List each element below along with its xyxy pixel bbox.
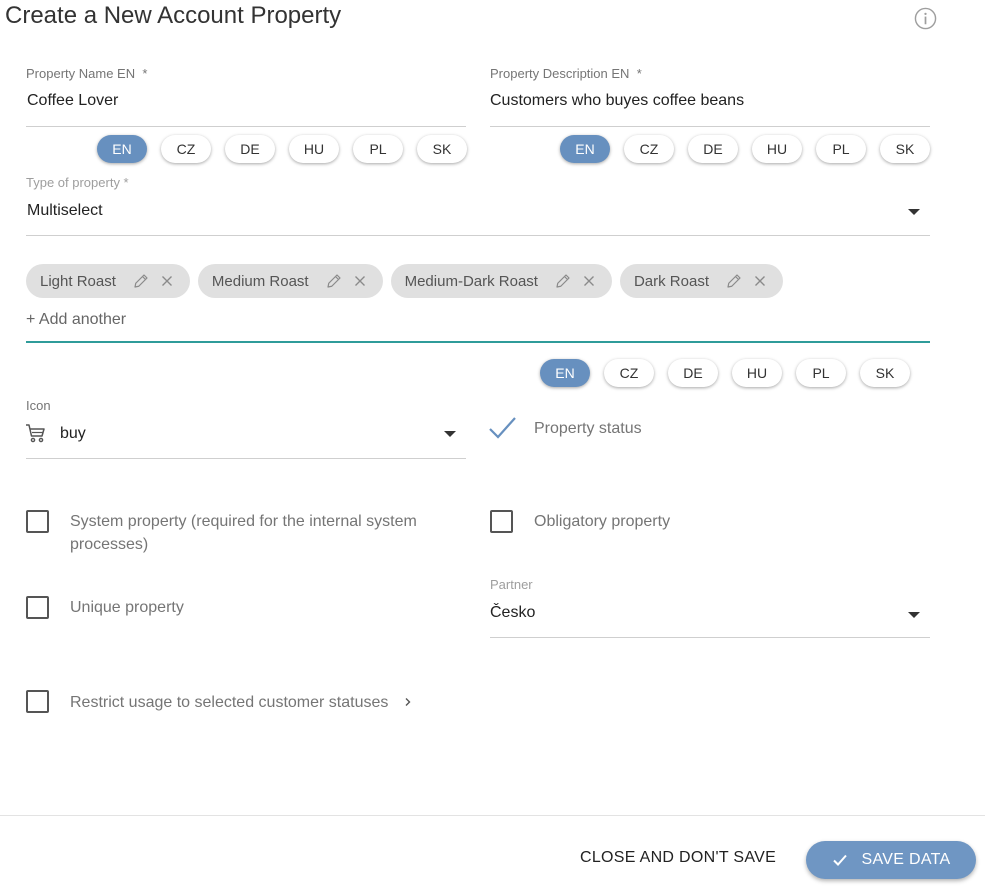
pencil-icon[interactable] <box>325 272 343 290</box>
close-icon[interactable] <box>580 272 598 290</box>
property-description-label: Property Description EN * <box>490 66 642 81</box>
pencil-icon[interactable] <box>725 272 743 290</box>
system-property-label: System property (required for the intern… <box>70 513 417 553</box>
icon-label: Icon <box>26 398 51 413</box>
lang-pl-button[interactable]: PL <box>353 135 403 163</box>
option-chip[interactable]: Medium-Dark Roast <box>390 264 612 298</box>
lang-de-button[interactable]: DE <box>668 359 718 387</box>
chip-label: Medium Roast <box>211 272 309 290</box>
info-icon[interactable] <box>914 7 937 30</box>
lang-pl-button[interactable]: PL <box>796 359 846 387</box>
footer-divider <box>0 815 985 816</box>
option-chip[interactable]: Dark Roast <box>619 264 783 298</box>
type-of-property-value: Multiselect <box>27 202 103 219</box>
chevron-right-icon[interactable] <box>403 697 413 707</box>
type-of-property-label: Type of property * <box>26 175 129 190</box>
obligatory-property-label: Obligatory property <box>534 513 671 530</box>
check-icon <box>832 854 847 866</box>
add-another-input[interactable]: + Add another <box>26 311 126 329</box>
icon-select[interactable]: Icon buy <box>26 398 466 460</box>
lang-hu-button[interactable]: HU <box>732 359 782 387</box>
icon-value: buy <box>60 425 86 442</box>
restrict-usage-label: Restrict usage to selected customer stat… <box>70 694 389 711</box>
close-icon[interactable] <box>751 272 769 290</box>
option-chips: Light Roast Medium Roast Medium-Dark Roa… <box>26 264 791 298</box>
lang-de-button[interactable]: DE <box>688 135 738 163</box>
lang-en-button[interactable]: EN <box>540 359 590 387</box>
pencil-icon[interactable] <box>132 272 150 290</box>
type-of-property-underline <box>26 235 930 236</box>
lang-de-button[interactable]: DE <box>225 135 275 163</box>
lang-en-button[interactable]: EN <box>97 135 147 163</box>
chevron-down-icon[interactable] <box>908 612 920 618</box>
property-description-underline <box>490 126 930 127</box>
chip-label: Light Roast <box>40 272 116 290</box>
chevron-down-icon[interactable] <box>444 431 456 437</box>
close-icon[interactable] <box>351 272 369 290</box>
icon-underline <box>26 458 466 459</box>
property-status-checkbox[interactable] <box>487 412 519 444</box>
dialog-title: Create a New Account Property <box>5 2 342 29</box>
lang-cz-button[interactable]: CZ <box>624 135 674 163</box>
option-chip[interactable]: Light Roast <box>26 264 190 298</box>
lang-cz-button[interactable]: CZ <box>161 135 211 163</box>
property-description-input[interactable]: Customers who buyes coffee beans <box>490 92 744 110</box>
save-button-label: SAVE DATA <box>861 851 951 868</box>
chip-label: Medium-Dark Roast <box>404 272 538 290</box>
property-status-label: Property status <box>534 420 642 437</box>
unique-property-checkbox[interactable] <box>26 596 49 619</box>
lang-hu-button[interactable]: HU <box>289 135 339 163</box>
partner-value: Česko <box>490 604 536 621</box>
property-name-label: Property Name EN * <box>26 66 148 81</box>
property-name-input[interactable]: Coffee Lover <box>27 92 118 110</box>
obligatory-property-checkbox[interactable] <box>490 510 513 533</box>
chevron-down-icon[interactable] <box>908 209 920 215</box>
chip-label: Dark Roast <box>633 272 709 290</box>
type-of-property-select[interactable]: Type of property * Multiselect <box>26 175 930 237</box>
restrict-usage-checkbox[interactable] <box>26 690 49 713</box>
property-description-field[interactable]: Property Description EN * Customers who … <box>490 66 930 128</box>
lang-hu-button[interactable]: HU <box>752 135 802 163</box>
property-description-lang-switch: EN CZ DE HU PL SK <box>560 135 930 163</box>
property-name-underline <box>26 126 466 127</box>
close-button[interactable]: CLOSE AND DON'T SAVE <box>580 849 776 867</box>
options-underline <box>26 341 930 343</box>
pencil-icon[interactable] <box>554 272 572 290</box>
shopping-cart-icon <box>26 424 45 443</box>
lang-sk-button[interactable]: SK <box>417 135 467 163</box>
lang-en-button[interactable]: EN <box>560 135 610 163</box>
options-lang-switch: EN CZ DE HU PL SK <box>540 359 910 387</box>
unique-property-label: Unique property <box>70 599 184 616</box>
partner-select[interactable]: Partner Česko <box>490 577 930 639</box>
property-name-lang-switch: EN CZ DE HU PL SK <box>97 135 467 163</box>
option-chip[interactable]: Medium Roast <box>197 264 383 298</box>
save-button[interactable]: SAVE DATA <box>806 841 976 879</box>
system-property-checkbox[interactable] <box>26 510 49 533</box>
lang-pl-button[interactable]: PL <box>816 135 866 163</box>
lang-sk-button[interactable]: SK <box>860 359 910 387</box>
lang-sk-button[interactable]: SK <box>880 135 930 163</box>
close-icon[interactable] <box>158 272 176 290</box>
lang-cz-button[interactable]: CZ <box>604 359 654 387</box>
property-name-field[interactable]: Property Name EN * Coffee Lover <box>26 66 466 128</box>
partner-underline <box>490 637 930 638</box>
partner-label: Partner <box>490 577 533 592</box>
